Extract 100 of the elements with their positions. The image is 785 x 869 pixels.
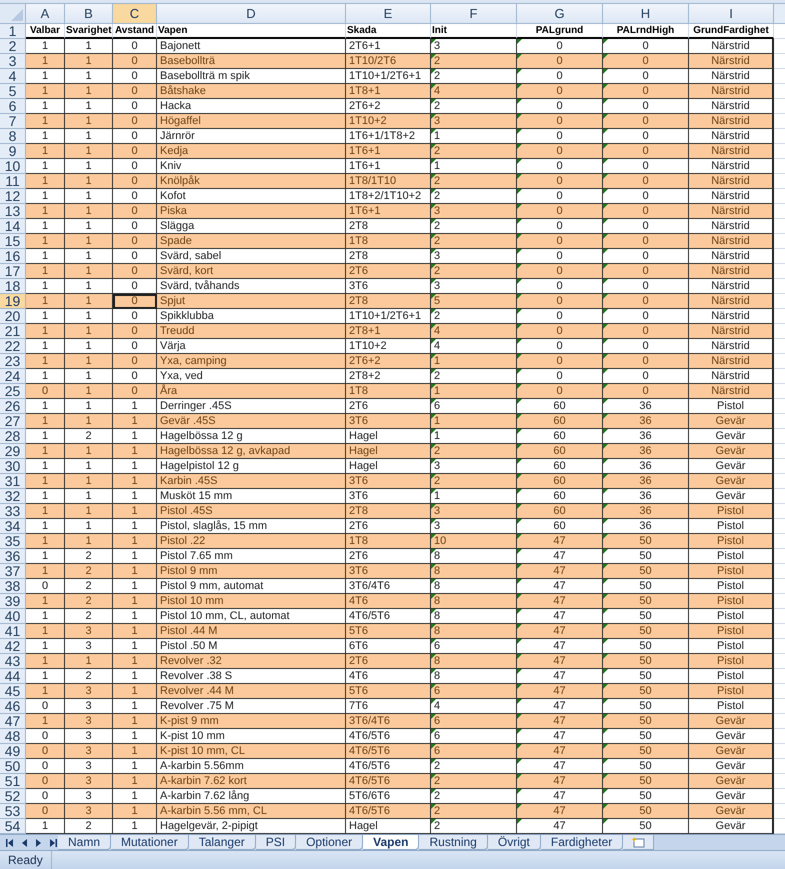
table-cell: 1 (26, 669, 65, 684)
row-header[interactable]: 21 (0, 324, 26, 339)
insert-sheet-button[interactable] (623, 835, 654, 850)
table-cell: 50 (603, 774, 689, 789)
row-header[interactable]: 41 (0, 624, 26, 639)
row-header[interactable]: 18 (0, 279, 26, 294)
table-cell: 50 (603, 759, 689, 774)
sheet-tab[interactable]: Övrigt (488, 835, 541, 850)
previous-sheet-icon[interactable] (20, 838, 28, 846)
column-header[interactable]: B (65, 4, 113, 24)
row-header[interactable]: 10 (0, 159, 26, 174)
column-header[interactable]: F (431, 4, 517, 24)
column-header[interactable]: E (346, 4, 431, 24)
row-header[interactable]: 3 (0, 54, 26, 69)
table-cell: 0 (113, 159, 157, 174)
row-header[interactable]: 5 (0, 84, 26, 99)
table-cell: 1 (65, 489, 113, 504)
row-header[interactable]: 6 (0, 99, 26, 114)
row-header[interactable]: 50 (0, 759, 26, 774)
table-cell: 50 (603, 654, 689, 669)
row-header[interactable]: 34 (0, 519, 26, 534)
table-cell: Gevär (689, 459, 774, 474)
row-header[interactable]: 22 (0, 339, 26, 354)
row-header[interactable]: 16 (0, 249, 26, 264)
table-cell: 47 (517, 699, 603, 714)
row-header[interactable]: 28 (0, 429, 26, 444)
row-header[interactable]: 38 (0, 579, 26, 594)
row-header[interactable]: 14 (0, 219, 26, 234)
table-cell: 0 (603, 54, 689, 69)
sheet-tab[interactable]: Namn (58, 835, 112, 850)
row-header[interactable]: 27 (0, 414, 26, 429)
table-cell: 36 (603, 444, 689, 459)
sheet-tab[interactable]: PSI (256, 835, 296, 850)
sheet-tab[interactable]: Mutationer (111, 835, 189, 850)
row-header[interactable]: 17 (0, 264, 26, 279)
row-header[interactable]: 26 (0, 399, 26, 414)
row-header[interactable]: 15 (0, 234, 26, 249)
sheet-tab[interactable]: Talanger (188, 835, 256, 850)
row-header[interactable]: 2 (0, 39, 26, 54)
row-header[interactable]: 37 (0, 564, 26, 579)
row-header[interactable]: 53 (0, 804, 26, 819)
row-header[interactable]: 25 (0, 384, 26, 399)
row-header[interactable]: 7 (0, 114, 26, 129)
row-header[interactable]: 49 (0, 744, 26, 759)
column-header[interactable]: H (603, 4, 689, 24)
table-cell: Närstrid (689, 354, 774, 369)
row-header[interactable]: 33 (0, 504, 26, 519)
row-header[interactable]: 29 (0, 444, 26, 459)
row-header[interactable]: 39 (0, 594, 26, 609)
first-sheet-icon[interactable] (5, 838, 13, 846)
column-header[interactable]: D (157, 4, 346, 24)
column-header[interactable]: C (113, 4, 157, 24)
table-cell: Gevär (689, 474, 774, 489)
row-header[interactable]: 20 (0, 309, 26, 324)
row-header[interactable]: 23 (0, 354, 26, 369)
sheet-tab[interactable]: Vapen (363, 835, 420, 850)
row-header[interactable]: 35 (0, 534, 26, 549)
table-cell: 8 (431, 609, 517, 624)
row-header[interactable]: 46 (0, 699, 26, 714)
row-header[interactable]: 36 (0, 549, 26, 564)
row-header[interactable]: 24 (0, 369, 26, 384)
table-cell: 0 (603, 39, 689, 54)
sheet-tab[interactable]: Fardigheter (540, 835, 624, 850)
row-header[interactable]: 54 (0, 819, 26, 834)
column-header[interactable]: I (689, 4, 774, 24)
column-header[interactable]: A (26, 4, 65, 24)
table-cell: Pistol (689, 564, 774, 579)
row-header[interactable]: 47 (0, 714, 26, 729)
row-header[interactable]: 52 (0, 789, 26, 804)
table-cell: 1 (113, 414, 157, 429)
table-cell: Pistol (689, 549, 774, 564)
row-header[interactable]: 30 (0, 459, 26, 474)
row-header[interactable]: 12 (0, 189, 26, 204)
row-header[interactable]: 1 (0, 24, 26, 39)
sheet-tab[interactable]: Rustning (419, 835, 488, 850)
row-header[interactable]: 43 (0, 654, 26, 669)
table-cell: 2T6 (346, 519, 431, 534)
table-cell: 36 (603, 519, 689, 534)
row-header[interactable]: 9 (0, 144, 26, 159)
row-header[interactable]: 45 (0, 684, 26, 699)
row-header[interactable]: 13 (0, 204, 26, 219)
row-header[interactable]: 4 (0, 69, 26, 84)
column-header[interactable]: G (517, 4, 603, 24)
table-cell: 0 (603, 189, 689, 204)
sheet-tab[interactable]: Optioner (296, 835, 364, 850)
row-header[interactable]: 51 (0, 774, 26, 789)
row-header[interactable]: 19 (0, 294, 26, 309)
row-header[interactable]: 42 (0, 639, 26, 654)
row-header[interactable]: 40 (0, 609, 26, 624)
row-header[interactable]: 8 (0, 129, 26, 144)
table-cell: 0 (603, 144, 689, 159)
table-cell: 3T6/4T6 (346, 714, 431, 729)
row-header[interactable]: 44 (0, 669, 26, 684)
row-header[interactable]: 32 (0, 489, 26, 504)
next-sheet-icon[interactable] (35, 838, 43, 846)
row-header[interactable]: 48 (0, 729, 26, 744)
row-header[interactable]: 31 (0, 474, 26, 489)
table-cell: 2 (431, 99, 517, 114)
last-sheet-icon[interactable] (50, 838, 58, 846)
row-header[interactable]: 11 (0, 174, 26, 189)
